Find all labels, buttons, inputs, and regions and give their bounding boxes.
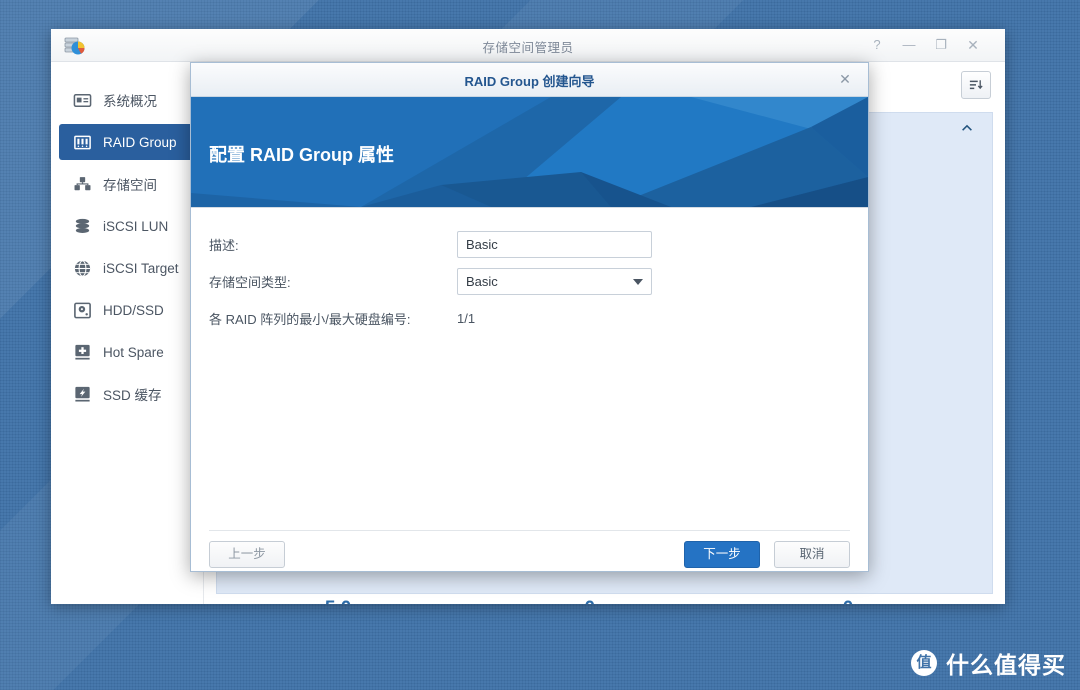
dialog-footer: 上一步 下一步 取消 (209, 530, 850, 571)
close-button[interactable]: ✕ (963, 35, 983, 55)
sidebar-item-label: iSCSI Target (103, 260, 179, 276)
sidebar: 系统概况 RAID Group 存储空间 iSCSI LUN iSCSI Tar… (51, 62, 203, 604)
sidebar-item-label: SSD 缓存 (103, 388, 162, 403)
sidebar-item-overview[interactable]: 系统概况 (59, 82, 195, 118)
hot-spare-icon (71, 341, 93, 363)
disk-range-label: 各 RAID 阵列的最小/最大硬盘编号: (209, 311, 411, 327)
capacity-stats-row: 5.0TB 0Bytes 0Bytes (217, 598, 992, 604)
stat-value: 0 (584, 598, 595, 604)
raid-group-icon (71, 131, 93, 153)
previous-step-button[interactable]: 上一步 (209, 541, 285, 568)
sidebar-item-label: Hot Spare (103, 344, 164, 360)
watermark-logo-icon: 值 (911, 650, 937, 676)
dialog-banner-title: 配置 RAID Group 属性 (209, 145, 394, 165)
sort-descending-icon[interactable] (961, 71, 991, 99)
sidebar-item-label: HDD/SSD (103, 302, 164, 318)
chevron-up-icon[interactable] (960, 121, 974, 138)
overview-icon (71, 89, 93, 111)
sidebar-item-raid-group[interactable]: RAID Group (59, 124, 195, 160)
dialog-banner: 配置 RAID Group 属性 (191, 97, 868, 208)
description-input[interactable] (457, 230, 652, 258)
raid-group-wizard-dialog: RAID Group 创建向导 ✕ 配置 RAID Group 属性 描述: B… (190, 62, 869, 572)
sidebar-item-ssd-cache[interactable]: SSD 缓存 (59, 376, 195, 412)
desktop-background: 存储空间管理员 ? — ❐ ✕ 系统概况 RAID Group 存储空间 iSC… (0, 0, 1080, 690)
window-title-bar: 存储空间管理员 ? — ❐ ✕ (51, 29, 1005, 62)
disk-range-row: 各 RAID 阵列的最小/最大硬盘编号: 1/1 (209, 304, 850, 332)
storage-type-value: Basic (466, 273, 498, 289)
sidebar-item-hdd-ssd[interactable]: HDD/SSD (59, 292, 195, 328)
storage-pool-icon (71, 173, 93, 195)
disk-range-value: 1/1 (457, 310, 476, 326)
dialog-close-icon[interactable]: ✕ (836, 70, 854, 88)
maximize-button[interactable]: ❐ (931, 35, 951, 55)
globe-icon (71, 257, 93, 279)
stat-total: 5.0TB (217, 598, 475, 604)
description-label: 描述: (209, 237, 239, 253)
disk-icon (71, 299, 93, 321)
window-title: 存储空间管理员 (482, 41, 574, 55)
description-row: 描述: (209, 230, 850, 258)
sidebar-item-label: 存储空间 (103, 178, 157, 193)
storage-type-row: 存储空间类型: Basic (209, 267, 850, 295)
minimize-button[interactable]: — (899, 35, 919, 55)
stat-used: 0Bytes (475, 598, 733, 604)
sidebar-item-iscsi-lun[interactable]: iSCSI LUN (59, 208, 195, 244)
cancel-button[interactable]: 取消 (774, 541, 850, 568)
storage-type-select[interactable]: Basic (457, 267, 652, 295)
watermark: 值 什么值得买 (911, 646, 1066, 680)
lun-stack-icon (71, 215, 93, 237)
sidebar-item-label: 系统概况 (103, 94, 157, 109)
watermark-text: 什么值得买 (946, 652, 1066, 678)
stat-value: 0 (843, 598, 854, 604)
next-step-button[interactable]: 下一步 (684, 541, 760, 568)
dialog-title: RAID Group 创建向导 (464, 74, 595, 89)
ssd-cache-icon (71, 383, 93, 405)
sidebar-item-iscsi-target[interactable]: iSCSI Target (59, 250, 195, 286)
sidebar-item-label: RAID Group (103, 134, 177, 150)
stat-free: 0Bytes (734, 598, 992, 604)
stat-value: 5.0 (325, 598, 351, 604)
sidebar-item-label: iSCSI LUN (103, 218, 169, 234)
sidebar-item-storage-pool[interactable]: 存储空间 (59, 166, 195, 202)
chevron-down-icon (633, 278, 643, 285)
sidebar-item-hot-spare[interactable]: Hot Spare (59, 334, 195, 370)
dialog-title-bar: RAID Group 创建向导 ✕ (191, 63, 868, 97)
dialog-body: 描述: 存储空间类型: Basic 各 RAID 阵列的最小/最大硬盘编号: 1… (191, 208, 868, 530)
help-button[interactable]: ? (867, 35, 887, 55)
storage-type-label: 存储空间类型: (209, 274, 291, 290)
